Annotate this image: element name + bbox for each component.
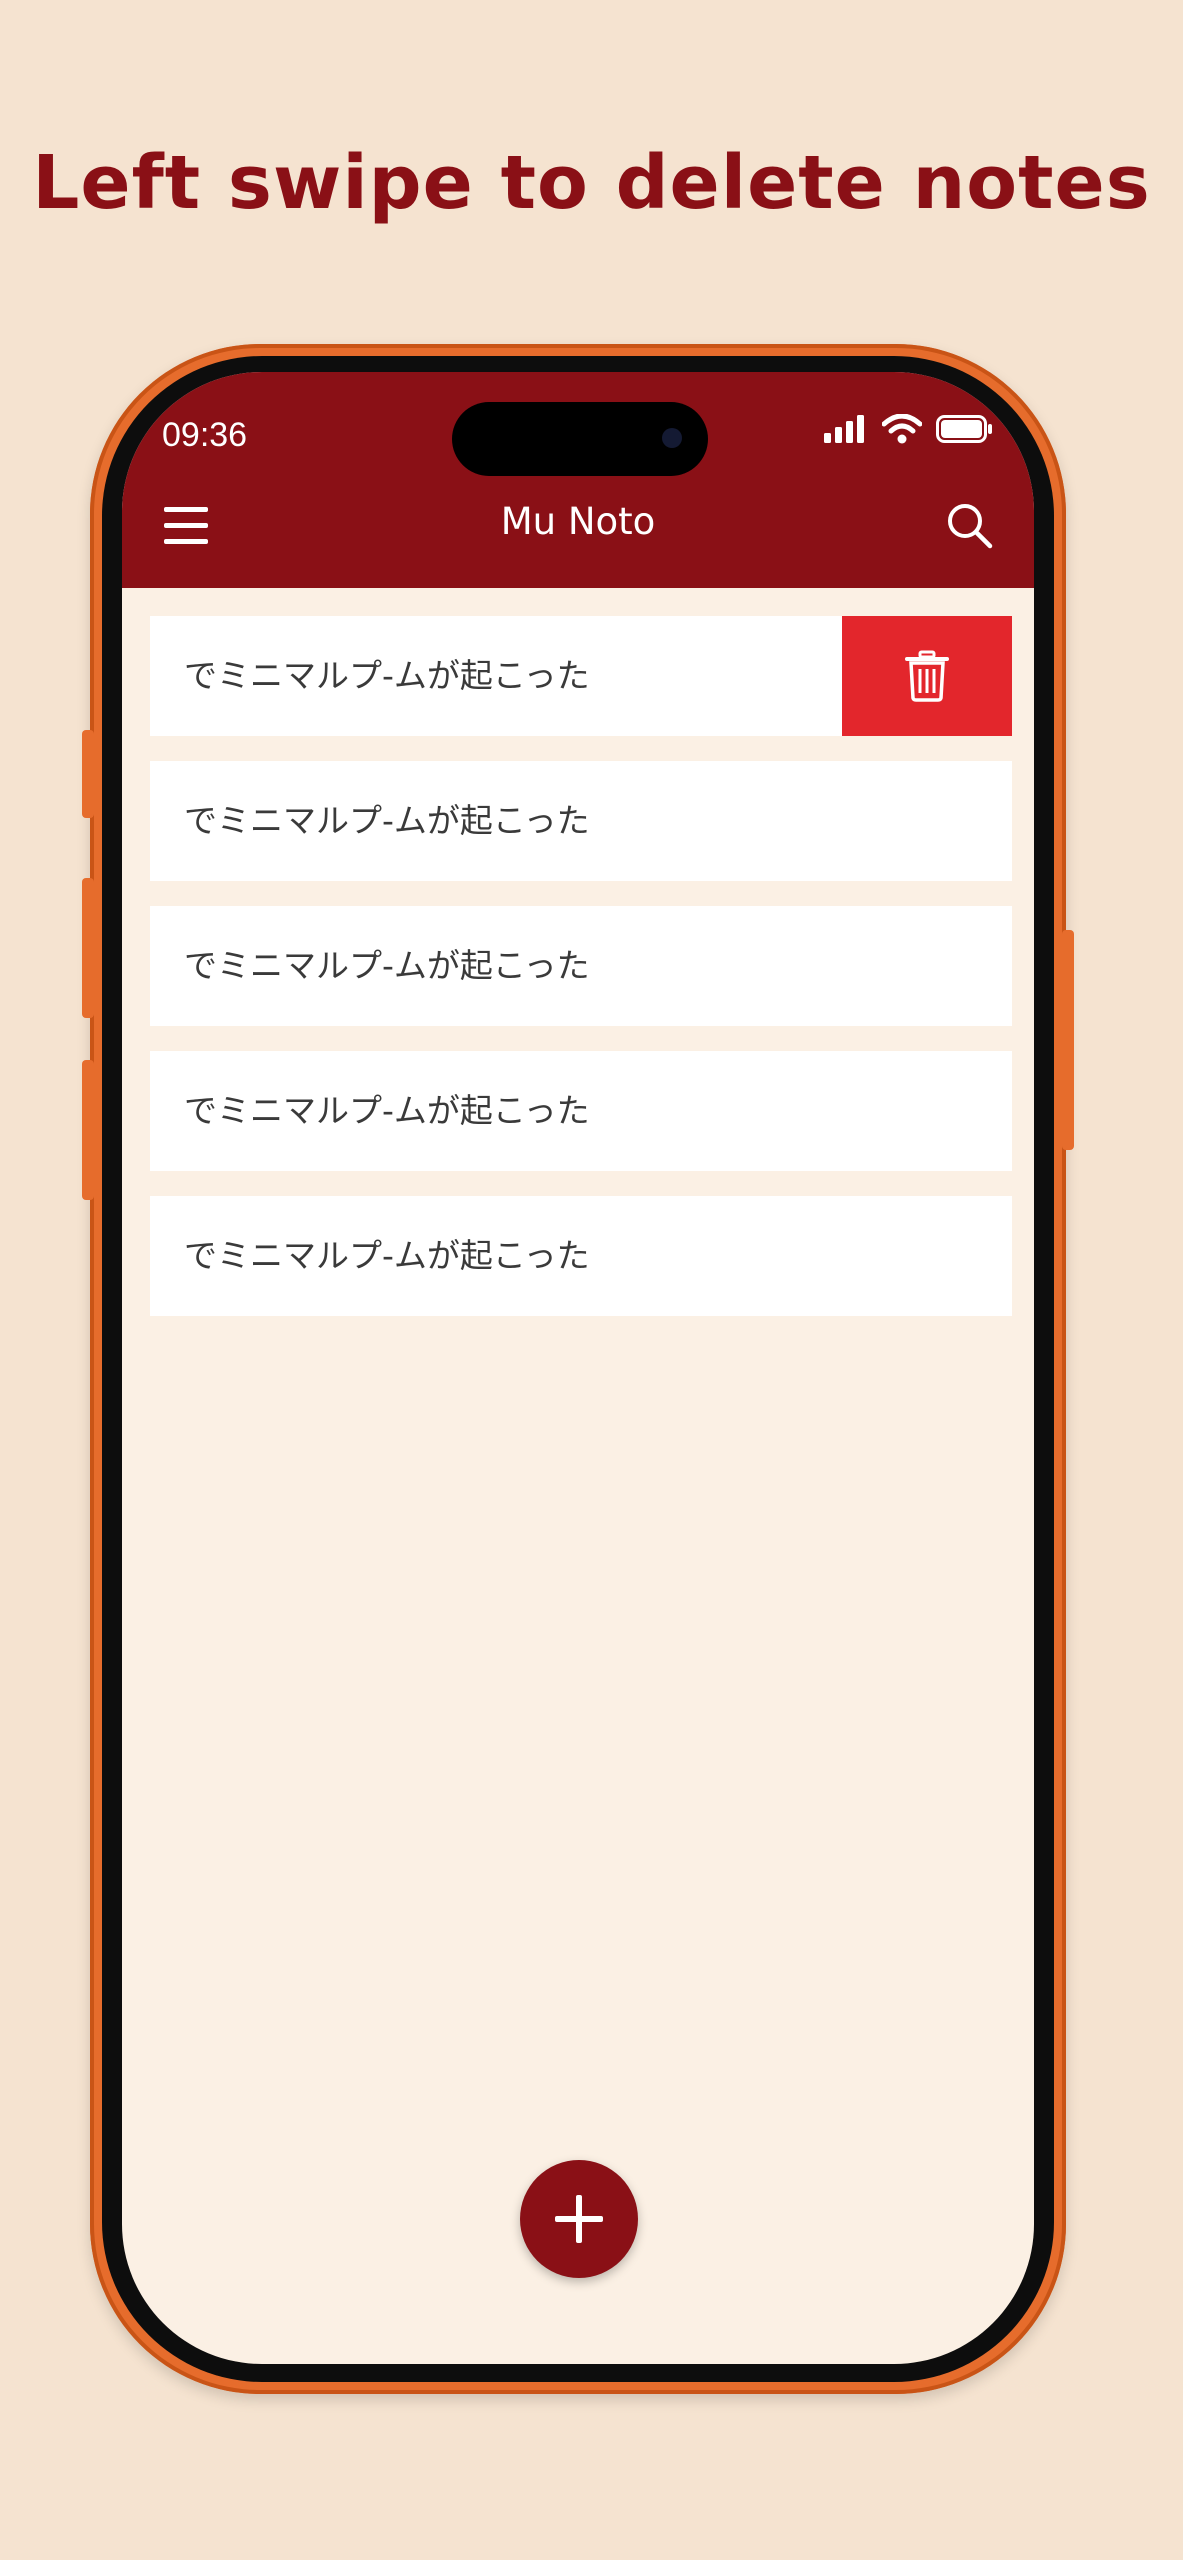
promo-headline: Left swipe to delete notes [32, 140, 1151, 226]
note-title: でミニマルプ-ムが起こった [184, 656, 590, 695]
note-title: でミニマルプ-ムが起こった [184, 1091, 590, 1130]
battery-icon [936, 415, 992, 443]
action-button [82, 730, 94, 818]
power-button [1062, 930, 1074, 1150]
wifi-icon [882, 414, 922, 444]
note-item[interactable]: でミニマルプ-ムが起こった [150, 761, 1012, 881]
phone-device: 09:36 Mu Noto でミニマルプ-ムが起こった でミニマルプ-ムが起こっ… [82, 344, 1074, 2394]
note-item[interactable]: でミニマルプ-ムが起こった [150, 1051, 1012, 1171]
note-item[interactable]: でミニマルプ-ムが起こった [150, 906, 1012, 1026]
delete-note-button[interactable] [842, 616, 1012, 736]
phone-bezel: 09:36 Mu Noto でミニマルプ-ムが起こった でミニマルプ-ムが起こっ… [102, 356, 1054, 2382]
note-title: でミニマルプ-ムが起こった [184, 946, 590, 985]
status-time: 09:36 [162, 416, 248, 454]
front-camera [662, 428, 682, 448]
dynamic-island [452, 402, 708, 476]
app-screen: 09:36 Mu Noto でミニマルプ-ムが起こった でミニマルプ-ムが起こっ… [122, 372, 1034, 2364]
search-icon[interactable] [944, 500, 996, 552]
cellular-signal-icon [824, 415, 864, 443]
note-item[interactable]: でミニマルプ-ムが起こった [150, 616, 1012, 736]
trash-icon [905, 650, 949, 702]
note-title: でミニマルプ-ムが起こった [184, 801, 590, 840]
plus-icon [555, 2195, 603, 2243]
app-bar: 09:36 Mu Noto [122, 372, 1034, 588]
add-note-button[interactable] [520, 2160, 638, 2278]
note-item[interactable]: でミニマルプ-ムが起こった [150, 1196, 1012, 1316]
status-icons [824, 414, 994, 444]
volume-down-button [82, 1060, 94, 1200]
app-title: Mu Noto [500, 500, 656, 543]
volume-up-button [82, 878, 94, 1018]
note-title: でミニマルプ-ムが起こった [184, 1236, 590, 1275]
note-list: でミニマルプ-ムが起こった でミニマルプ-ムが起こった でミニマルプ-ムが起こっ… [150, 616, 1012, 1341]
